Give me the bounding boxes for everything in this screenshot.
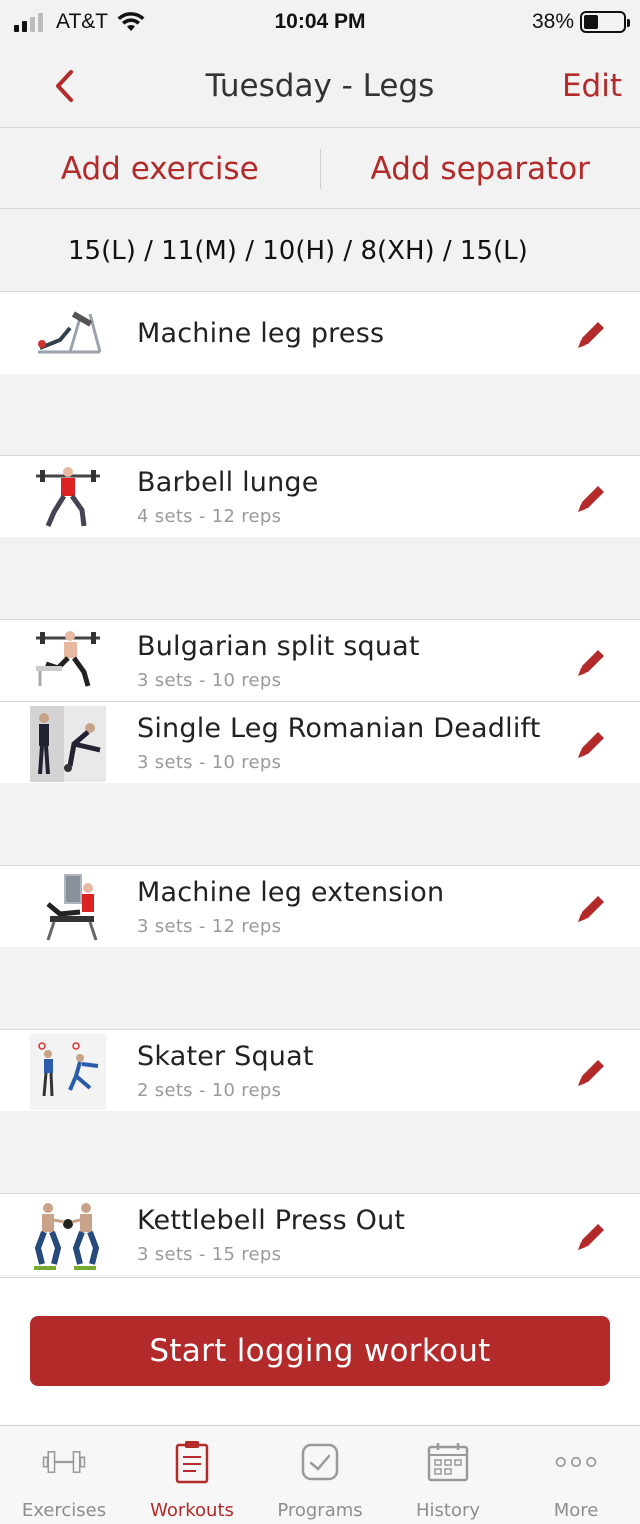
navigation-bar: Tuesday - Legs Edit [0, 44, 640, 128]
chevron-left-icon [56, 70, 73, 102]
exercise-text: Single Leg Romanian Deadlift 3 sets - 10… [137, 702, 541, 784]
exercise-detail: 4 sets - 12 reps [137, 506, 282, 527]
tab-more[interactable]: More [512, 1426, 640, 1524]
exercise-row[interactable]: Machine leg press [0, 292, 640, 374]
barbell-lunge-icon [36, 467, 100, 527]
calendar-icon [426, 1440, 470, 1484]
exercise-thumbnail [30, 624, 106, 700]
tab-bar: Exercises Workouts Programs History More [0, 1425, 640, 1524]
exercise-row[interactable]: Barbell lunge 4 sets - 12 reps [0, 455, 640, 537]
status-left: AT&T [14, 10, 146, 34]
tab-label: History [415, 1500, 481, 1521]
battery-icon [580, 11, 630, 33]
battery-percent: 38% [531, 10, 574, 33]
exercise-text: Machine leg extension 3 sets - 12 reps [137, 866, 444, 948]
exercise-text: Barbell lunge 4 sets - 12 reps [137, 456, 319, 538]
clipboard-icon [170, 1440, 214, 1484]
exercise-thumbnail [30, 870, 106, 946]
leg-extension-machine-icon [46, 874, 98, 941]
pencil-icon[interactable] [574, 1054, 610, 1090]
add-exercise-button[interactable]: Add exercise [0, 151, 320, 187]
exercise-detail: 2 sets - 10 reps [137, 1080, 282, 1101]
tab-label: More [553, 1500, 599, 1521]
exercise-thumbnail [30, 1034, 106, 1110]
action-row: Add exercise Add separator [0, 129, 640, 209]
tab-label: Workouts [150, 1500, 234, 1521]
exercise-detail: 3 sets - 12 reps [137, 916, 282, 937]
status-bar: AT&T 10:04 PM 38% [0, 0, 640, 44]
pencil-icon[interactable] [574, 644, 610, 680]
exercise-row[interactable]: Machine leg extension 3 sets - 12 reps [0, 865, 640, 947]
exercise-text: Skater Squat 2 sets - 10 reps [137, 1030, 314, 1112]
leg-press-machine-icon [38, 311, 102, 354]
signal-icon [14, 13, 43, 32]
exercise-name: Machine leg extension [137, 877, 445, 908]
exercise-thumbnail [30, 1198, 106, 1274]
wifi-icon [117, 12, 145, 31]
exercise-name: Kettlebell Press Out [137, 1205, 406, 1236]
back-button[interactable] [44, 66, 84, 106]
page-title: Tuesday - Legs [205, 67, 435, 104]
tab-programs[interactable]: Programs [256, 1426, 384, 1524]
exercise-row[interactable]: Skater Squat 2 sets - 10 reps [0, 1029, 640, 1111]
exercise-detail: 3 sets - 10 reps [137, 670, 282, 691]
pencil-icon[interactable] [574, 480, 610, 516]
checkbox-icon [298, 1440, 342, 1484]
kettlebell-press-out-icon [34, 1203, 100, 1270]
carrier-label: AT&T [56, 10, 109, 33]
tab-workouts[interactable]: Workouts [128, 1426, 256, 1524]
pencil-icon[interactable] [574, 1218, 610, 1254]
tab-history[interactable]: History [384, 1426, 512, 1524]
dumbbell-icon [42, 1440, 86, 1484]
exercise-thumbnail [30, 460, 106, 536]
exercise-text: Kettlebell Press Out 3 sets - 15 reps [137, 1194, 405, 1276]
add-separator-button[interactable]: Add separator [321, 151, 640, 187]
pencil-icon[interactable] [574, 890, 610, 926]
skater-squat-icon [30, 1034, 106, 1110]
exercise-name: Bulgarian split squat [137, 631, 420, 662]
exercise-thumbnail [30, 706, 106, 782]
exercise-text: Machine leg press [137, 292, 384, 374]
start-logging-button[interactable]: Start logging workout [30, 1316, 610, 1386]
tab-label: Programs [277, 1500, 363, 1521]
battery-fill [584, 15, 599, 29]
exercise-thumbnail [30, 296, 106, 372]
tab-label: Exercises [21, 1500, 107, 1521]
pencil-icon[interactable] [574, 316, 610, 352]
split-squat-icon [36, 631, 100, 687]
rep-scheme: 15(L) / 11(M) / 10(H) / 8(XH) / 15(L) [0, 210, 640, 292]
exercise-name: Machine leg press [137, 317, 385, 349]
edit-button[interactable]: Edit [562, 44, 622, 128]
status-right: 38% [531, 10, 630, 34]
exercise-row[interactable]: Single Leg Romanian Deadlift 3 sets - 10… [0, 701, 640, 783]
tab-exercises[interactable]: Exercises [0, 1426, 128, 1524]
more-icon [554, 1440, 598, 1484]
start-button-container: Start logging workout [0, 1277, 640, 1425]
romanian-deadlift-icon [30, 706, 106, 782]
exercise-detail: 3 sets - 15 reps [137, 1244, 282, 1265]
exercise-row[interactable]: Kettlebell Press Out 3 sets - 15 reps [0, 1193, 640, 1275]
exercise-name: Barbell lunge [137, 467, 319, 498]
exercise-text: Bulgarian split squat 3 sets - 10 reps [137, 620, 420, 702]
exercise-row[interactable]: Bulgarian split squat 3 sets - 10 reps [0, 619, 640, 701]
pencil-icon[interactable] [574, 726, 610, 762]
exercise-name: Skater Squat [137, 1041, 314, 1072]
exercise-name: Single Leg Romanian Deadlift [137, 713, 541, 744]
exercise-detail: 3 sets - 10 reps [137, 752, 282, 773]
